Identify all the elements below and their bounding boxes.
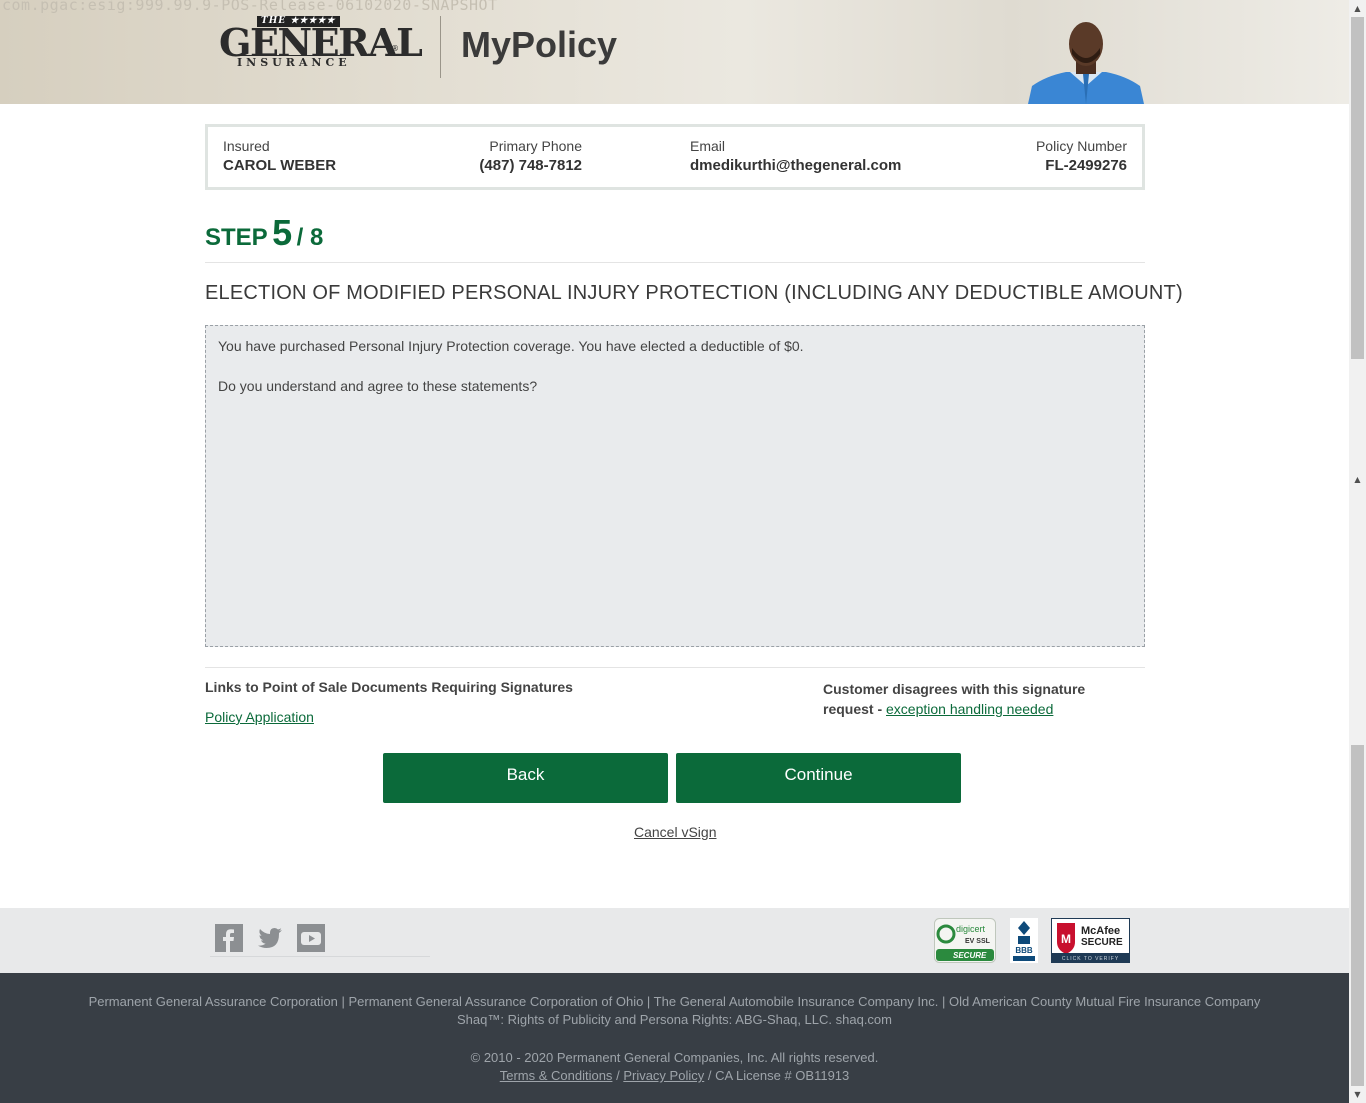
scrollbar-thumb-lower[interactable] bbox=[1351, 745, 1364, 1086]
email-col: Email dmedikurthi@thegeneral.com bbox=[690, 138, 901, 174]
policy-application-link[interactable]: Policy Application bbox=[205, 709, 314, 725]
section-title: ELECTION OF MODIFIED PERSONAL INJURY PRO… bbox=[205, 282, 1183, 304]
statement-question: Do you understand and agree to these sta… bbox=[218, 378, 538, 394]
copyright-text: © 2010 - 2020 Permanent General Companie… bbox=[470, 1050, 879, 1065]
logo-the: THE ★★★★★ bbox=[257, 16, 340, 27]
scroll-up-arrow[interactable]: ▲ bbox=[1349, 0, 1366, 17]
policy-number-value: FL-2499276 bbox=[1045, 157, 1127, 174]
privacy-link[interactable]: Privacy Policy bbox=[623, 1068, 704, 1083]
link-separator: / bbox=[616, 1068, 620, 1083]
policy-info-box: Insured CAROL WEBER Primary Phone (487) … bbox=[205, 124, 1145, 190]
digicert-ssl: EV SSL bbox=[965, 938, 991, 945]
companies-text: Permanent General Assurance Corporation … bbox=[88, 994, 1261, 1009]
bbb-text: BBB bbox=[1015, 946, 1033, 955]
digicert-secure: SECURE bbox=[953, 951, 987, 960]
phone-col: Primary Phone (487) 748-7812 bbox=[448, 138, 582, 174]
phone-label: Primary Phone bbox=[489, 138, 582, 154]
insured-value: CAROL WEBER bbox=[223, 157, 337, 174]
disagree-notice: Customer disagrees with this signature r… bbox=[823, 679, 1123, 719]
logo-reg: ® bbox=[391, 44, 399, 53]
legal-links: Terms & Conditions / Privacy Policy / CA… bbox=[0, 1068, 1349, 1083]
divider bbox=[205, 667, 1145, 668]
step-indicator: STEP 5 / 8 bbox=[205, 212, 323, 254]
logo-tagline: INSURANCE bbox=[237, 55, 351, 69]
legal-footer: Permanent General Assurance Corporation … bbox=[0, 973, 1349, 1103]
scrollbar-thumb[interactable] bbox=[1351, 17, 1364, 359]
page: com.pgac:esig:999.99.9-POS-Release-06102… bbox=[0, 0, 1349, 1103]
email-label: Email bbox=[690, 138, 726, 154]
mcafee-name: McAfee bbox=[1081, 925, 1120, 937]
ca-license-text: / CA License # OB11913 bbox=[707, 1068, 850, 1083]
divider bbox=[205, 262, 1145, 263]
back-button[interactable]: Back bbox=[383, 753, 668, 803]
twitter-icon[interactable] bbox=[256, 924, 284, 952]
step-current: 5 bbox=[272, 212, 293, 253]
scroll-marker-icon: ▲ bbox=[1354, 475, 1361, 484]
header-divider bbox=[440, 16, 441, 78]
bbb-badge[interactable]: BBB bbox=[1010, 918, 1038, 963]
insured-label: Insured bbox=[223, 138, 270, 154]
social-divider bbox=[210, 956, 430, 957]
documents-links-title: Links to Point of Sale Documents Requiri… bbox=[205, 679, 573, 695]
youtube-icon[interactable] bbox=[297, 924, 325, 952]
step-word: STEP bbox=[205, 224, 268, 251]
vertical-scrollbar[interactable]: ▲ ▲ ▼ bbox=[1349, 0, 1366, 1103]
mcafee-badge[interactable]: M McAfee SECURE CLICK TO VERIFY bbox=[1051, 918, 1130, 963]
build-version-text: com.pgac:esig:999.99.9-POS-Release-06102… bbox=[2, 0, 498, 14]
terms-link[interactable]: Terms & Conditions bbox=[500, 1068, 613, 1083]
app-title: MyPolicy bbox=[461, 24, 618, 65]
scroll-down-arrow[interactable]: ▼ bbox=[1349, 1086, 1366, 1103]
step-total: / 8 bbox=[296, 224, 324, 251]
svg-text:M: M bbox=[1061, 932, 1071, 946]
mcafee-verify: CLICK TO VERIFY bbox=[1062, 956, 1119, 962]
statement-box: You have purchased Personal Injury Prote… bbox=[205, 325, 1145, 647]
policy-number-label: Policy Number bbox=[1035, 138, 1127, 154]
header: com.pgac:esig:999.99.9-POS-Release-06102… bbox=[0, 0, 1349, 104]
facebook-icon[interactable] bbox=[215, 924, 243, 952]
mcafee-secure: SECURE bbox=[1081, 937, 1123, 948]
shaq-rights-text: Shaq™: Rights of Publicity and Persona R… bbox=[456, 1012, 892, 1027]
cancel-vsign-link[interactable]: Cancel vSign bbox=[634, 824, 717, 840]
statement-text: You have purchased Personal Injury Prote… bbox=[218, 338, 804, 354]
continue-button[interactable]: Continue bbox=[676, 753, 961, 803]
insured-col: Insured CAROL WEBER bbox=[223, 138, 336, 174]
digicert-name: digicert bbox=[956, 924, 986, 934]
policy-col: Policy Number FL-2499276 bbox=[1036, 138, 1127, 174]
exception-handling-link[interactable]: exception handling needed bbox=[886, 701, 1053, 717]
social-footer: digicert EV SSL SECURE BBB M McAfee SECU… bbox=[0, 908, 1349, 973]
shaq-portrait-image bbox=[1028, 22, 1144, 104]
digicert-badge[interactable]: digicert EV SSL SECURE bbox=[934, 918, 996, 963]
the-general-logo[interactable]: GENERAL THE ★★★★★ ® INSURANCE bbox=[219, 14, 423, 70]
phone-value: (487) 748-7812 bbox=[479, 157, 582, 174]
email-value: dmedikurthi@thegeneral.com bbox=[690, 157, 902, 174]
